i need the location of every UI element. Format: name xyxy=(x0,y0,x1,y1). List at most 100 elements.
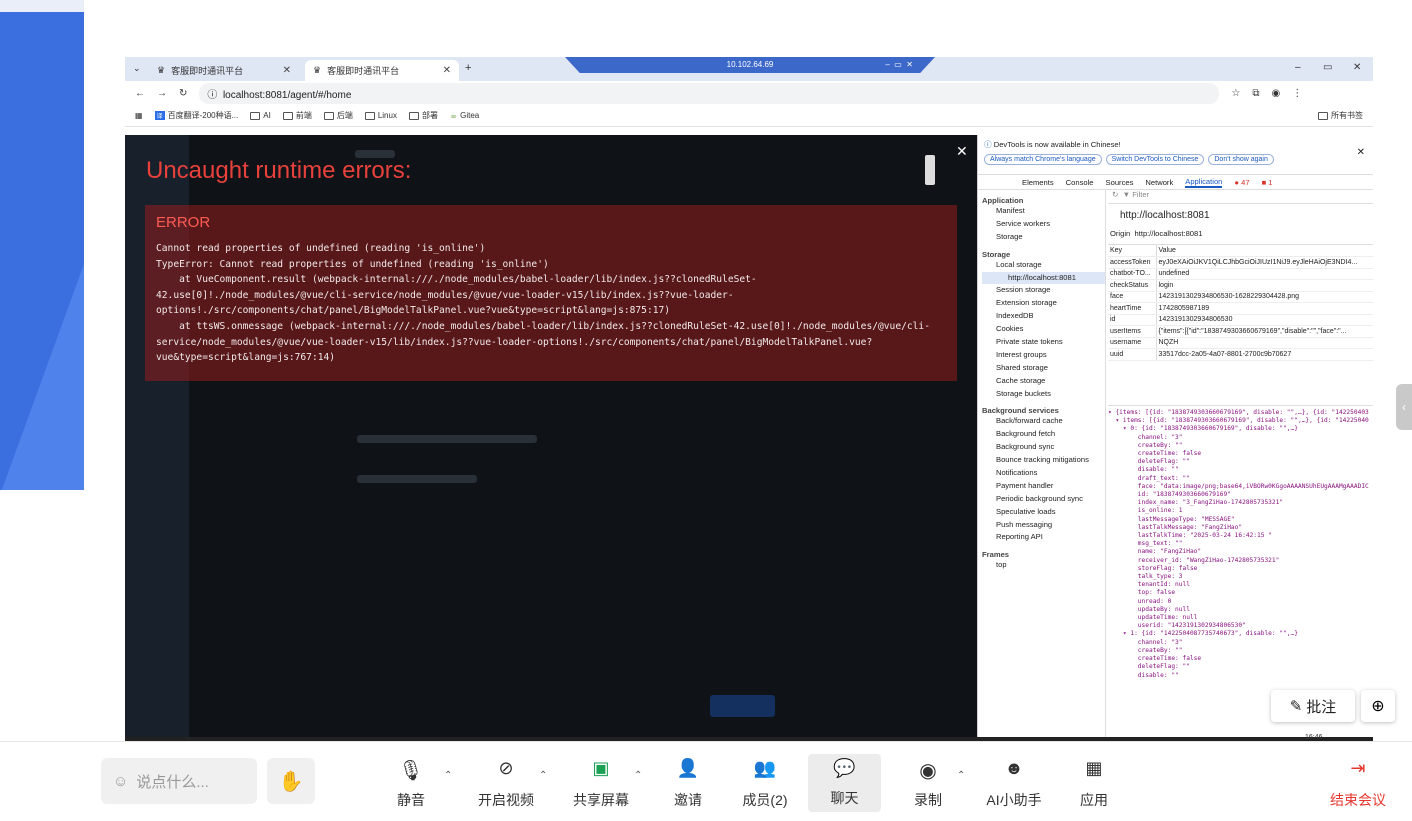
close-icon[interactable]: ✕ xyxy=(283,65,291,76)
bookmark-translate[interactable]: 译百度翻译-200种语... xyxy=(154,110,238,121)
url-input[interactable]: ⓘ localhost:8081/agent/#/home xyxy=(199,82,1220,104)
table-row[interactable]: uuid 33517dcc-2a05-4a07-8801-2700c9b70627 xyxy=(1108,348,1373,361)
json-line: lastMessageType: "MESSAGE" xyxy=(1108,515,1235,523)
sidebar-item[interactable]: Bounce tracking mitigations xyxy=(982,454,1105,467)
tab-console[interactable]: Console xyxy=(1066,178,1094,187)
ai-assistant-button[interactable]: ☻ AI小助手 xyxy=(984,758,1044,810)
record-options-icon[interactable]: ⌃ xyxy=(957,770,965,781)
zoom-button[interactable]: ⊕ xyxy=(1361,690,1395,722)
bookmark-gitea[interactable]: ☕ Gitea xyxy=(450,111,479,120)
chat-button[interactable]: 💬 聊天 xyxy=(808,754,881,812)
video-options-icon[interactable]: ⌃ xyxy=(539,770,547,781)
raise-hand-button[interactable]: ✋ xyxy=(267,758,315,804)
apps-grid-icon[interactable]: ▦ xyxy=(135,111,143,120)
mute-button[interactable]: 🎙 静音 xyxy=(396,758,426,810)
invite-button[interactable]: 👤 邀请 xyxy=(672,758,704,810)
share-screen-button[interactable]: ▣ 共享屏幕 xyxy=(571,758,631,810)
sidebar-item[interactable]: Background fetch xyxy=(982,428,1105,441)
sidebar-item[interactable]: IndexedDB xyxy=(982,310,1105,323)
end-meeting-button[interactable]: ⇥ 结束会议 xyxy=(1328,758,1388,810)
close-icon[interactable]: ✕ xyxy=(443,65,451,76)
table-row[interactable]: userItems {"items":[{"id":"18387493036606… xyxy=(1108,325,1373,338)
sidebar-item[interactable]: Manifest xyxy=(982,205,1105,218)
mute-options-icon[interactable]: ⌃ xyxy=(444,770,452,781)
table-row[interactable]: checkStatus login xyxy=(1108,279,1373,292)
table-row[interactable]: chatbot-TO... undefined xyxy=(1108,268,1373,280)
sidebar-item[interactable]: Service workers xyxy=(982,218,1105,231)
close-overlay-icon[interactable]: ✕ xyxy=(956,143,968,160)
sidebar-item[interactable]: Shared storage xyxy=(982,362,1105,375)
invite-label: 邀请 xyxy=(674,792,702,808)
sidebar-item[interactable]: Push messaging xyxy=(982,519,1105,532)
bookmark-ai[interactable]: AI xyxy=(250,111,271,120)
sidebar-item[interactable]: Notifications xyxy=(982,467,1105,480)
remote-window-controls-icon[interactable]: – ▭ ✕ xyxy=(885,57,913,72)
sidebar-item[interactable]: Local storage xyxy=(982,259,1105,272)
sidebar-item[interactable]: Back/forward cache xyxy=(982,415,1105,428)
match-language-button[interactable]: Always match Chrome's language xyxy=(984,154,1102,165)
filter-input[interactable]: ↻ ▼ Filter xyxy=(1108,190,1373,204)
sidebar-item[interactable]: Storage xyxy=(982,231,1105,244)
close-notice-icon[interactable]: ✕ xyxy=(1357,147,1365,158)
sidebar-item[interactable]: Speculative loads xyxy=(982,506,1105,519)
apps-button[interactable]: ▦ 应用 xyxy=(1078,758,1110,810)
table-row[interactable]: accessToken eyJ0eXAiOiJKV1QiLCJhbGciOiJIU… xyxy=(1108,256,1373,269)
minimize-icon[interactable]: – xyxy=(1295,62,1301,73)
annotate-button[interactable]: ✎ 批注 xyxy=(1271,690,1355,722)
members-button[interactable]: 👥 成员(2) xyxy=(740,758,790,810)
sidebar-item[interactable]: http://localhost:8081 xyxy=(982,271,1105,285)
profile-icon[interactable]: ◉ xyxy=(1272,88,1281,99)
forward-icon[interactable]: → xyxy=(157,88,167,99)
clock: 16:46 xyxy=(1305,734,1323,741)
extensions-icon[interactable]: ⧉ xyxy=(1252,88,1259,99)
bookmark-frontend[interactable]: 前端 xyxy=(282,110,312,121)
close-window-icon[interactable]: ✕ xyxy=(1353,62,1361,73)
switch-chinese-button[interactable]: Switch DevTools to Chinese xyxy=(1105,154,1205,165)
reload-icon[interactable]: ↻ xyxy=(179,88,187,99)
back-icon[interactable]: ← xyxy=(135,88,145,99)
tab-list-icon[interactable]: ⌄ xyxy=(133,63,141,74)
bookmark-backend[interactable]: 后端 xyxy=(323,110,353,121)
restore-icon[interactable]: ▭ xyxy=(1323,62,1332,73)
collapse-arrow-icon[interactable]: ‹ xyxy=(1396,384,1412,430)
record-button[interactable]: ◉ 录制 xyxy=(912,758,944,810)
chat-input[interactable]: ☺ 说点什么... xyxy=(101,758,257,804)
sidebar-item[interactable]: Cookies xyxy=(982,323,1105,336)
tab-network[interactable]: Network xyxy=(1145,178,1173,187)
sidebar-item[interactable]: Background sync xyxy=(982,441,1105,454)
table-row[interactable]: id 1423191302934806530 xyxy=(1108,314,1373,326)
sidebar-item[interactable]: Periodic background sync xyxy=(982,493,1105,506)
sidebar-item[interactable]: Payment handler xyxy=(982,480,1105,493)
dont-show-button[interactable]: Don't show again xyxy=(1208,154,1274,165)
video-off-icon: ⊘ xyxy=(498,758,514,778)
table-row[interactable]: heartTime 1742805987189 xyxy=(1108,302,1373,315)
sidebar-item[interactable]: Extension storage xyxy=(982,297,1105,310)
bookmark-star-icon[interactable]: ☆ xyxy=(1231,88,1240,99)
tab-1[interactable]: ♛ 客服即时通讯平台 ✕ xyxy=(149,60,299,81)
gitea-icon: ☕ xyxy=(449,111,458,120)
sidebar-item[interactable]: Storage buckets xyxy=(982,388,1105,401)
table-cell-value: eyJ0eXAiOiJKV1QiLCJhbGciOiJIUzI1NiJ9.eyJ… xyxy=(1156,256,1373,269)
video-button[interactable]: ⊘ 开启视频 xyxy=(476,758,536,810)
sidebar-item[interactable]: Interest groups xyxy=(982,349,1105,362)
bookmark-linux[interactable]: Linux xyxy=(364,111,397,120)
table-row[interactable]: face 1423191302934806530-1628229304428.pn… xyxy=(1108,291,1373,303)
sidebar-item[interactable]: Reporting API xyxy=(982,531,1105,544)
tab-elements[interactable]: Elements xyxy=(1022,178,1054,187)
share-options-icon[interactable]: ⌃ xyxy=(634,770,642,781)
json-line: is_online: 1 xyxy=(1108,507,1183,515)
table-row[interactable]: username NQZH xyxy=(1108,337,1373,349)
menu-icon[interactable]: ⋮ xyxy=(1292,88,1302,99)
overlay-scrollbar[interactable] xyxy=(925,155,935,185)
sidebar-item[interactable]: Private state tokens xyxy=(982,336,1105,349)
sidebar-item[interactable]: Cache storage xyxy=(982,375,1105,388)
all-bookmarks[interactable]: 所有书签 xyxy=(1318,110,1363,121)
sidebar-item[interactable]: Session storage xyxy=(982,284,1105,297)
new-tab-icon[interactable]: + xyxy=(465,62,471,74)
notice-text: DevTools is now available in Chinese! xyxy=(993,140,1121,149)
bookmark-deploy[interactable]: 部署 xyxy=(408,110,438,121)
tab-sources[interactable]: Sources xyxy=(1106,178,1134,187)
sidebar-item[interactable]: top xyxy=(982,559,1105,572)
tab-2[interactable]: ♛ 客服即时通讯平台 ✕ xyxy=(305,60,459,81)
tab-application[interactable]: Application xyxy=(1185,177,1223,188)
